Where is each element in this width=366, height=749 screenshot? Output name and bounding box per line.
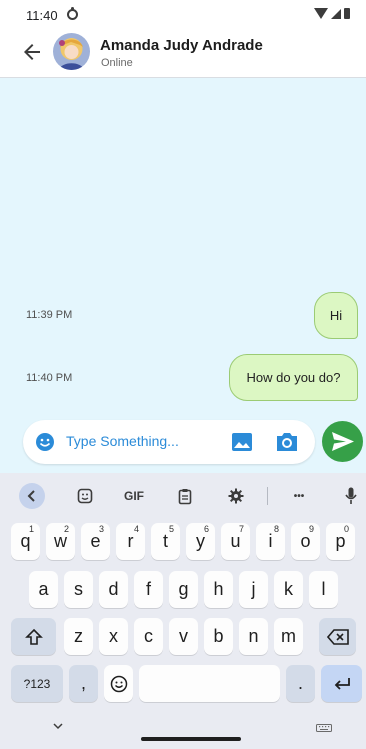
keyboard-toolbar: GIF ••• (0, 483, 366, 509)
message-input-bar[interactable]: Type Something... (23, 420, 315, 464)
comma-key[interactable]: , (69, 665, 98, 702)
clipboard-icon (178, 488, 192, 504)
key[interactable]: z (64, 618, 93, 655)
key[interactable]: n (239, 618, 268, 655)
key[interactable]: l (309, 571, 338, 608)
microphone-icon (345, 487, 357, 504)
status-indicators (314, 8, 350, 19)
message-bubble[interactable]: How do you do? (229, 354, 358, 401)
gear-icon (228, 488, 244, 504)
key[interactable]: s (64, 571, 93, 608)
emoji-icon[interactable] (35, 432, 55, 452)
key[interactable]: q1 (11, 523, 40, 560)
symbols-key[interactable]: ?123 (11, 665, 63, 702)
sync-icon (67, 7, 78, 20)
emoji-icon (110, 675, 127, 692)
message-bubble[interactable]: Hi (314, 292, 358, 339)
signal-icon (331, 8, 341, 19)
shift-key[interactable] (11, 618, 56, 655)
key[interactable]: v (169, 618, 198, 655)
enter-icon (334, 677, 350, 690)
sticker-icon (77, 488, 93, 504)
message-time: 11:40 PM (26, 372, 73, 384)
chevron-left-icon (27, 490, 35, 502)
navigation-bar (0, 713, 366, 749)
key[interactable]: u7 (221, 523, 250, 560)
avatar[interactable] (53, 33, 90, 70)
chevron-down-icon[interactable] (51, 721, 65, 731)
chat-header: Amanda Judy Andrade Online (0, 28, 366, 78)
key[interactable]: x (99, 618, 128, 655)
image-icon[interactable] (231, 432, 253, 452)
message-time: 11:39 PM (26, 309, 73, 321)
toolbar-divider (267, 487, 268, 505)
key[interactable]: f (134, 571, 163, 608)
wifi-icon (314, 8, 328, 19)
more-button[interactable]: ••• (286, 483, 312, 509)
backspace-icon (326, 628, 349, 645)
key[interactable]: o9 (291, 523, 320, 560)
keyboard-switch-icon[interactable] (316, 724, 332, 732)
shift-icon (24, 628, 43, 645)
emoji-key[interactable] (104, 665, 133, 702)
key[interactable]: y6 (186, 523, 215, 560)
home-handle[interactable] (141, 737, 241, 741)
key[interactable]: p0 (326, 523, 355, 560)
key[interactable]: e3 (81, 523, 110, 560)
key[interactable]: d (99, 571, 128, 608)
clipboard-button[interactable] (172, 483, 198, 509)
key[interactable]: i8 (256, 523, 285, 560)
period-key[interactable]: . (286, 665, 315, 702)
chat-area[interactable]: 11:39 PM Hi 11:40 PM How do you do? (0, 78, 366, 473)
settings-button[interactable] (223, 483, 249, 509)
gif-button[interactable]: GIF (120, 483, 148, 509)
backspace-key[interactable] (319, 618, 356, 655)
key[interactable]: c (134, 618, 163, 655)
keyboard-collapse-button[interactable] (19, 483, 45, 509)
key[interactable]: k (274, 571, 303, 608)
enter-key[interactable] (321, 665, 362, 702)
status-bar: 11:40 (0, 0, 366, 28)
contact-name[interactable]: Amanda Judy Andrade (100, 37, 263, 54)
camera-icon[interactable] (275, 431, 299, 453)
key[interactable]: b (204, 618, 233, 655)
space-key[interactable] (139, 665, 280, 702)
key[interactable]: w2 (46, 523, 75, 560)
key[interactable]: r4 (116, 523, 145, 560)
keyboard: GIF ••• q 1 w 2 e 3 r 4 t 5 y 6 u 7 i 8 … (0, 473, 366, 749)
key[interactable]: m (274, 618, 303, 655)
status-time: 11:40 (26, 8, 58, 23)
battery-icon (344, 8, 350, 19)
back-arrow-icon[interactable] (20, 40, 44, 64)
send-icon (332, 432, 354, 451)
key[interactable]: t5 (151, 523, 180, 560)
contact-status: Online (101, 57, 133, 69)
voice-input-button[interactable] (338, 483, 364, 509)
message-input[interactable]: Type Something... (66, 433, 179, 449)
key[interactable]: a (29, 571, 58, 608)
key[interactable]: g (169, 571, 198, 608)
sticker-button[interactable] (72, 483, 98, 509)
send-button[interactable] (322, 421, 363, 462)
key[interactable]: j (239, 571, 268, 608)
key[interactable]: h (204, 571, 233, 608)
